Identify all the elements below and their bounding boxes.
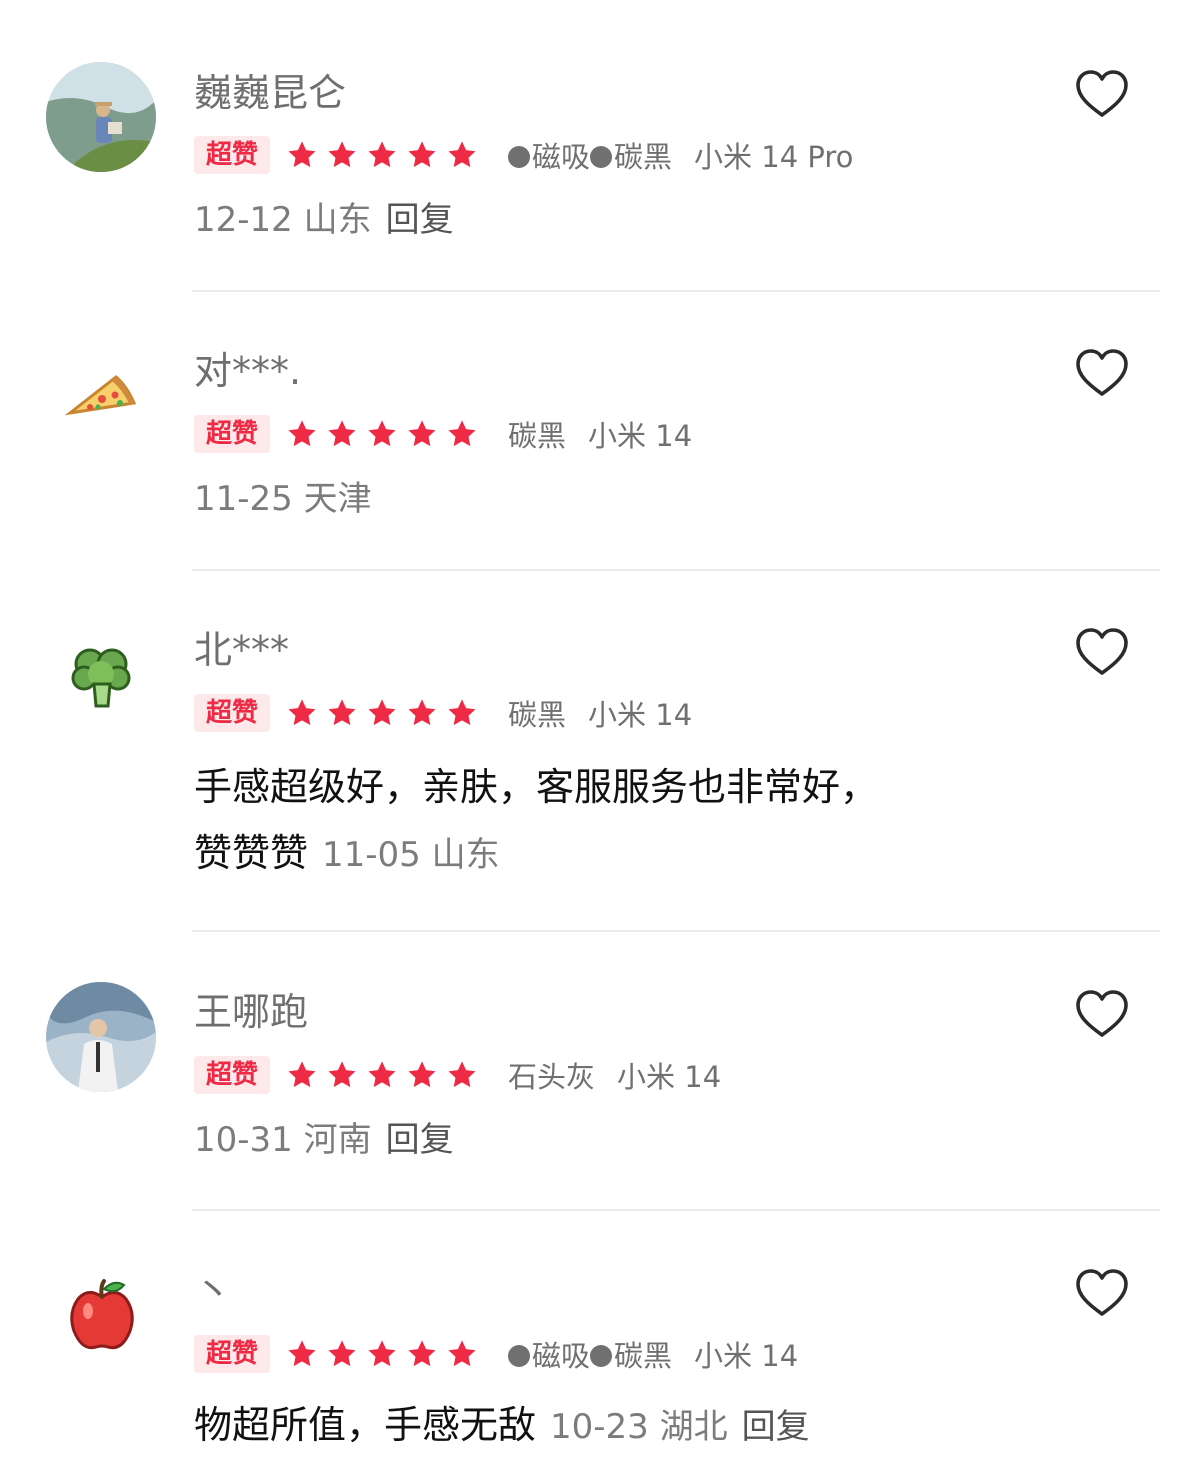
star-icon	[406, 418, 438, 450]
date-location: 11-25 天津	[194, 479, 372, 519]
divider	[192, 569, 1160, 571]
star-icon	[366, 418, 398, 450]
review-meta: 超赞 石头灰 小米 14	[194, 1054, 721, 1096]
divider	[192, 290, 1160, 292]
star-icon	[446, 1059, 478, 1091]
reply-button[interactable]: 回复	[386, 200, 454, 240]
username[interactable]: 巍巍昆仑	[194, 70, 346, 116]
product-model: 小米 14	[617, 1060, 722, 1094]
reply-button[interactable]: 回复	[386, 1120, 454, 1160]
star-icon	[366, 1059, 398, 1091]
product-model: 小米 14	[588, 419, 693, 453]
username[interactable]: 丶	[194, 1268, 232, 1314]
star-icon	[286, 697, 318, 729]
rating-badge: 超赞	[194, 694, 271, 732]
broccoli-icon[interactable]	[60, 634, 144, 718]
star-icon	[406, 697, 438, 729]
star-icon	[406, 139, 438, 171]
review-meta: 超赞 碳黑 小米 14	[194, 413, 692, 455]
like-heart-icon[interactable]	[1074, 988, 1130, 1040]
review-content-line2: 赞赞赞 11-05 山东	[194, 831, 500, 875]
review-meta: 超赞 碳黑 小米 14	[194, 692, 692, 734]
star-rating	[286, 1059, 486, 1091]
bullet-icon	[508, 146, 531, 168]
star-icon	[446, 697, 478, 729]
bullet-icon	[590, 146, 613, 168]
rating-badge: 超赞	[194, 415, 271, 453]
apple-icon[interactable]	[60, 1275, 144, 1359]
product-model: 小米 14 Pro	[694, 140, 854, 174]
username[interactable]: 王哪跑	[194, 989, 308, 1035]
avatar[interactable]	[46, 982, 156, 1092]
star-icon	[366, 1338, 398, 1370]
star-icon	[326, 139, 358, 171]
username[interactable]: 北***	[194, 627, 289, 673]
like-heart-icon[interactable]	[1074, 626, 1130, 678]
rating-badge: 超赞	[194, 1056, 271, 1094]
star-icon	[286, 1338, 318, 1370]
bullet-icon	[590, 1345, 613, 1367]
star-icon	[286, 1059, 318, 1091]
sku-options: 磁吸 碳黑	[508, 1333, 672, 1375]
rating-badge: 超赞	[194, 136, 271, 174]
review-footer: 12-12 山东 回复	[194, 198, 454, 242]
date-location: 12-12 山东	[194, 200, 372, 240]
divider	[192, 1209, 1160, 1211]
star-icon	[406, 1338, 438, 1370]
star-icon	[406, 1059, 438, 1091]
product-model: 小米 14	[694, 1339, 799, 1373]
like-heart-icon[interactable]	[1074, 1267, 1130, 1319]
star-icon	[446, 1338, 478, 1370]
reply-button[interactable]: 回复	[742, 1407, 810, 1447]
star-icon	[326, 418, 358, 450]
star-icon	[446, 418, 478, 450]
username[interactable]: 对***.	[194, 348, 301, 394]
sku-options: 碳黑	[508, 419, 567, 453]
star-rating	[286, 1338, 486, 1370]
star-icon	[326, 697, 358, 729]
star-icon	[286, 139, 318, 171]
date-location: 11-05 山东	[322, 835, 500, 875]
star-icon	[326, 1059, 358, 1091]
sku-options: 磁吸 碳黑	[508, 134, 672, 176]
star-icon	[366, 139, 398, 171]
review-footer: 11-25 天津	[194, 477, 372, 521]
review-meta: 超赞 磁吸 碳黑 小米 14 Pro	[194, 134, 853, 176]
star-rating	[286, 139, 486, 171]
like-heart-icon[interactable]	[1074, 68, 1130, 120]
review-content: 手感超级好，亲肤，客服服务也非常好，	[194, 765, 879, 809]
like-heart-icon[interactable]	[1074, 347, 1130, 399]
avatar[interactable]	[46, 62, 156, 172]
sku-options: 石头灰	[508, 1060, 596, 1094]
star-rating	[286, 418, 486, 450]
star-icon	[446, 139, 478, 171]
review-meta: 超赞 磁吸 碳黑 小米 14	[194, 1333, 798, 1375]
pizza-icon[interactable]	[60, 355, 144, 439]
star-icon	[286, 418, 318, 450]
bullet-icon	[508, 1345, 531, 1367]
review-footer: 10-31 河南 回复	[194, 1118, 454, 1162]
rating-badge: 超赞	[194, 1335, 271, 1373]
star-rating	[286, 697, 486, 729]
divider	[192, 930, 1160, 932]
date-location: 10-23 湖北	[550, 1407, 728, 1447]
date-location: 10-31 河南	[194, 1120, 372, 1160]
sku-options: 碳黑	[508, 698, 567, 732]
star-icon	[366, 697, 398, 729]
product-model: 小米 14	[588, 698, 693, 732]
star-icon	[326, 1338, 358, 1370]
review-content: 物超所值，手感无敌 10-23 湖北 回复	[194, 1403, 810, 1447]
